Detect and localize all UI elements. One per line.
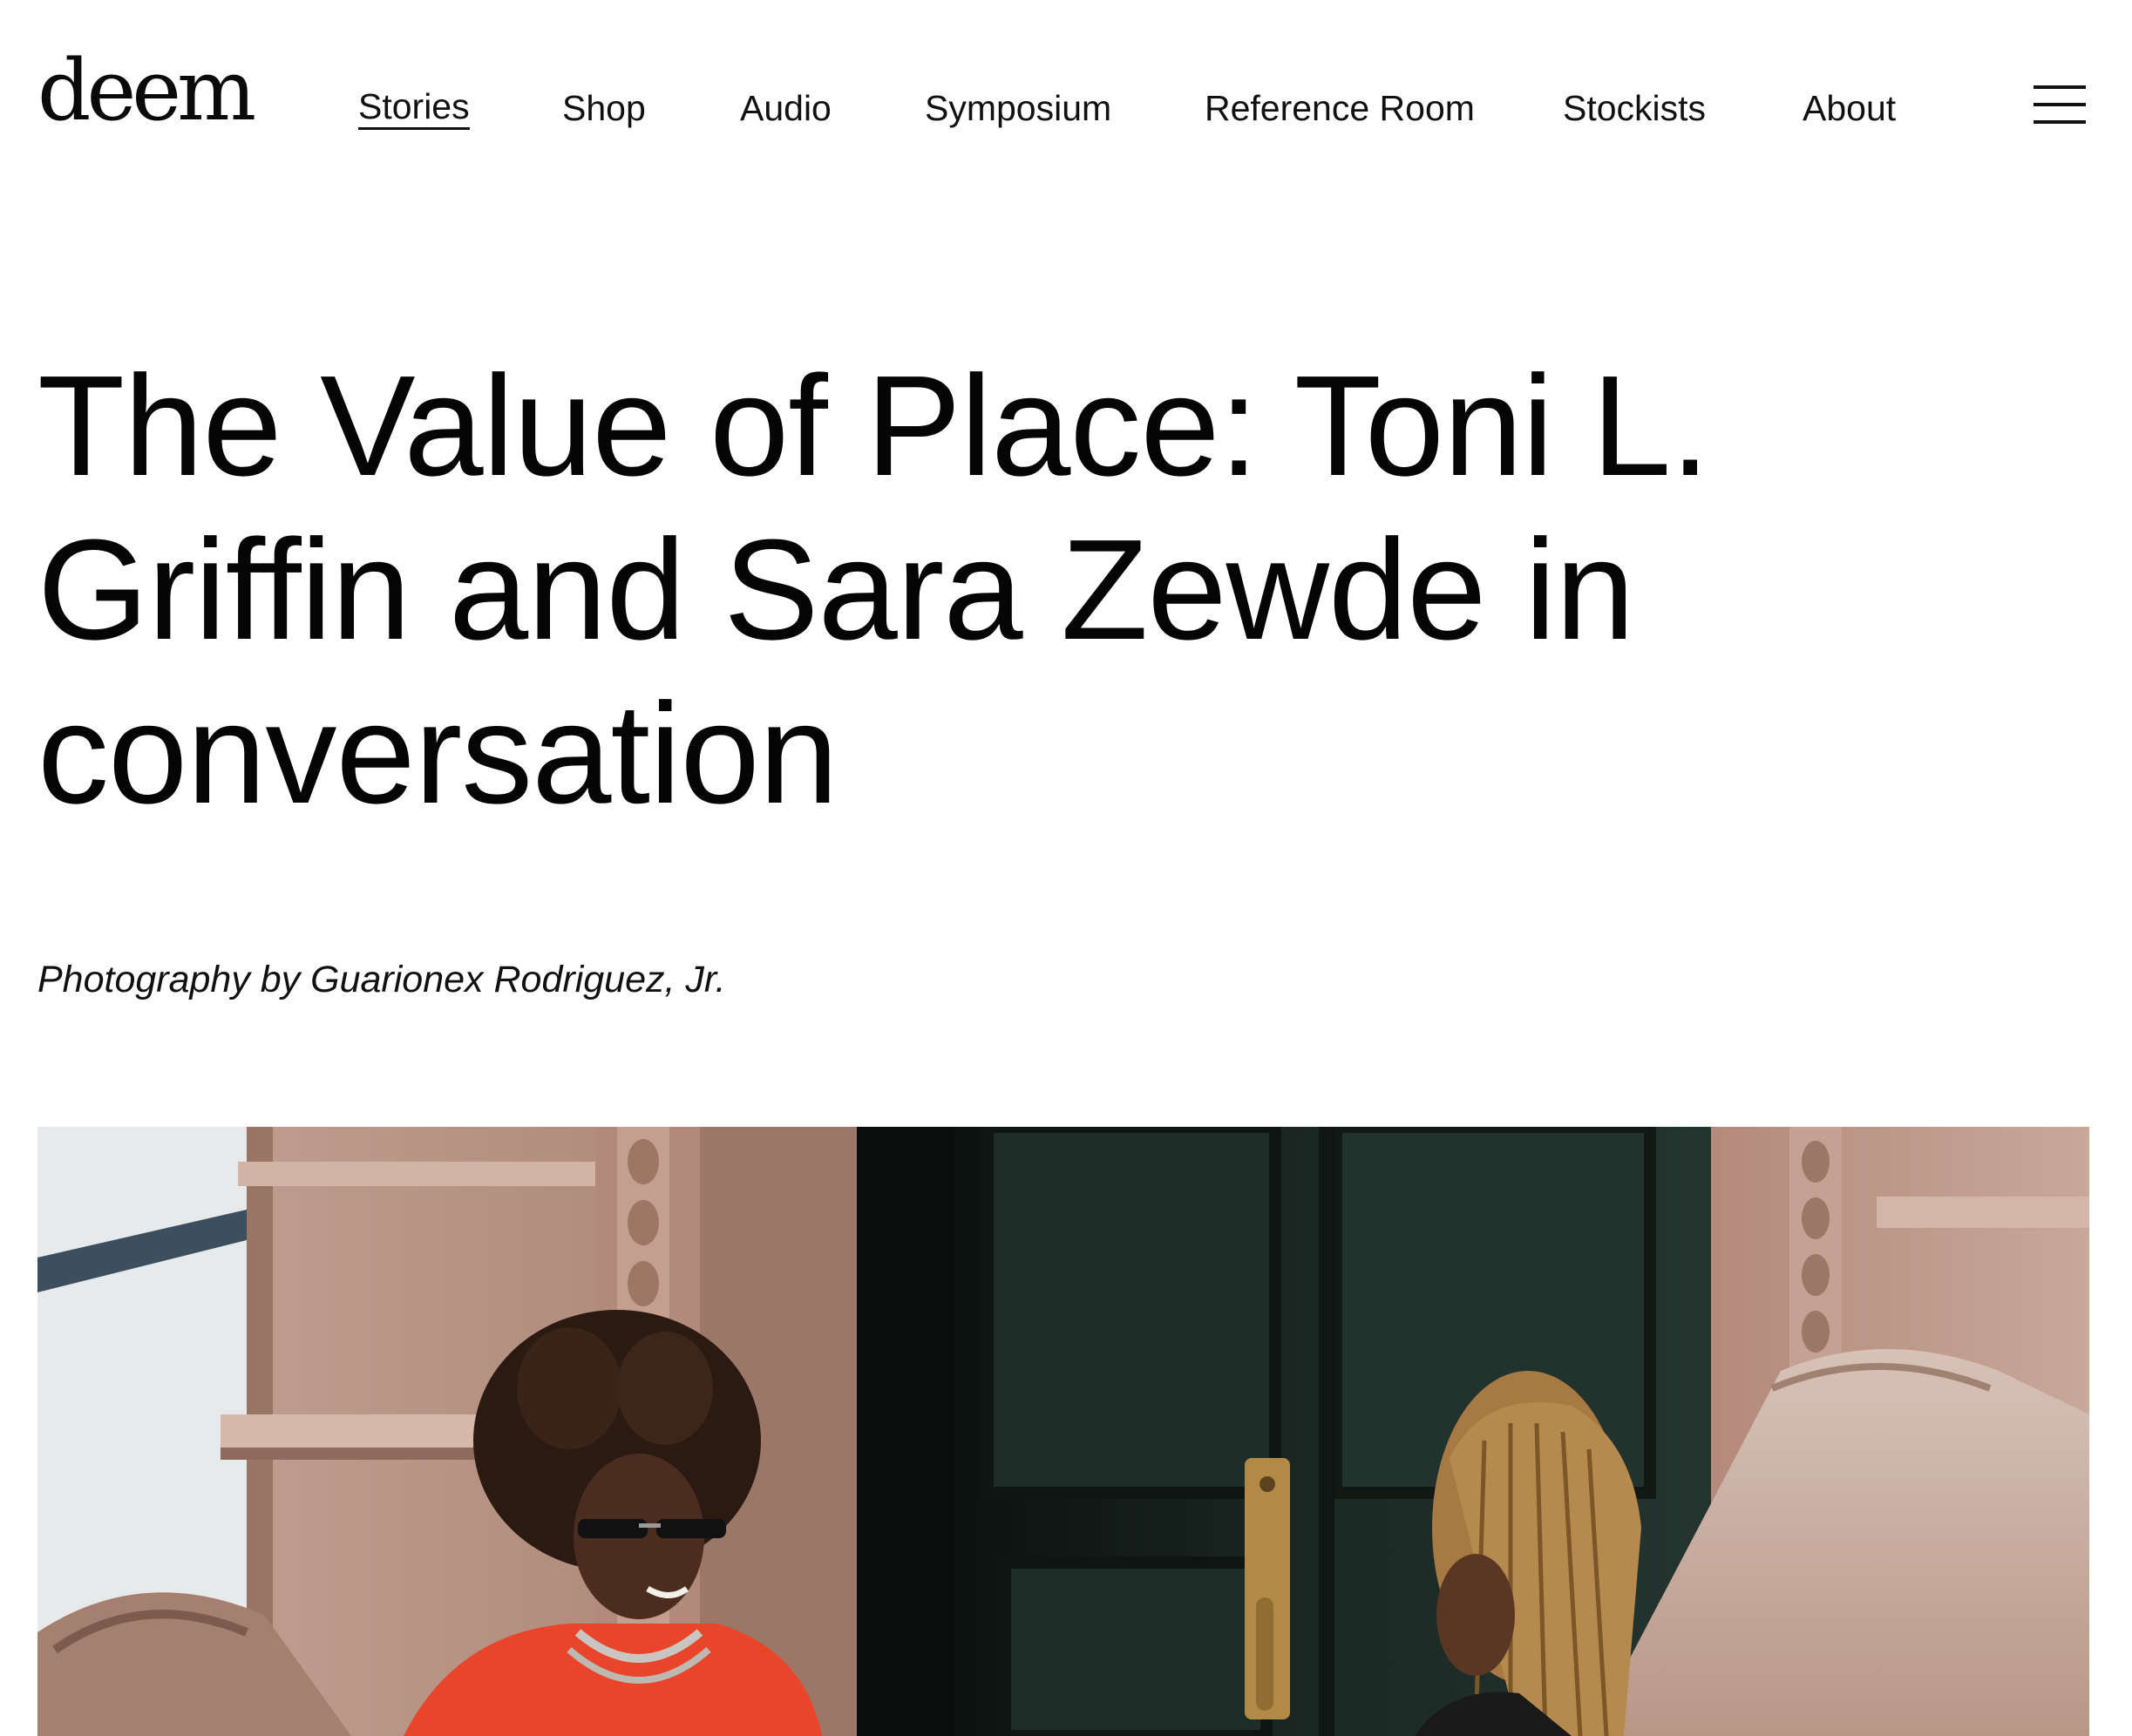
nav-item-reference-room[interactable]: Reference Room <box>1205 85 1475 131</box>
site-logo[interactable]: deem <box>37 49 256 132</box>
menu-line <box>2034 85 2086 89</box>
nav-item-audio[interactable]: Audio <box>740 85 832 131</box>
site-header: deem Stories Shop Audio Symposium Refere… <box>0 0 2132 218</box>
photo-credit: Photography by Guarionex Rodriguez, Jr. <box>37 959 726 1000</box>
hamburger-menu-icon[interactable] <box>2032 82 2089 131</box>
nav-item-symposium[interactable]: Symposium <box>925 85 1111 131</box>
menu-line <box>2034 103 2086 106</box>
nav-item-stockists[interactable]: Stockists <box>1563 85 1706 131</box>
nav-item-stories[interactable]: Stories <box>358 85 470 130</box>
article-title: The Value of Place: Toni L. Griffin and … <box>37 346 1710 833</box>
nav-item-about[interactable]: About <box>1803 85 1896 131</box>
hero-photo-illustration <box>37 1127 2089 1736</box>
menu-line <box>2034 120 2086 124</box>
nav-item-shop[interactable]: Shop <box>562 85 646 131</box>
hero-image <box>37 1127 2089 1736</box>
